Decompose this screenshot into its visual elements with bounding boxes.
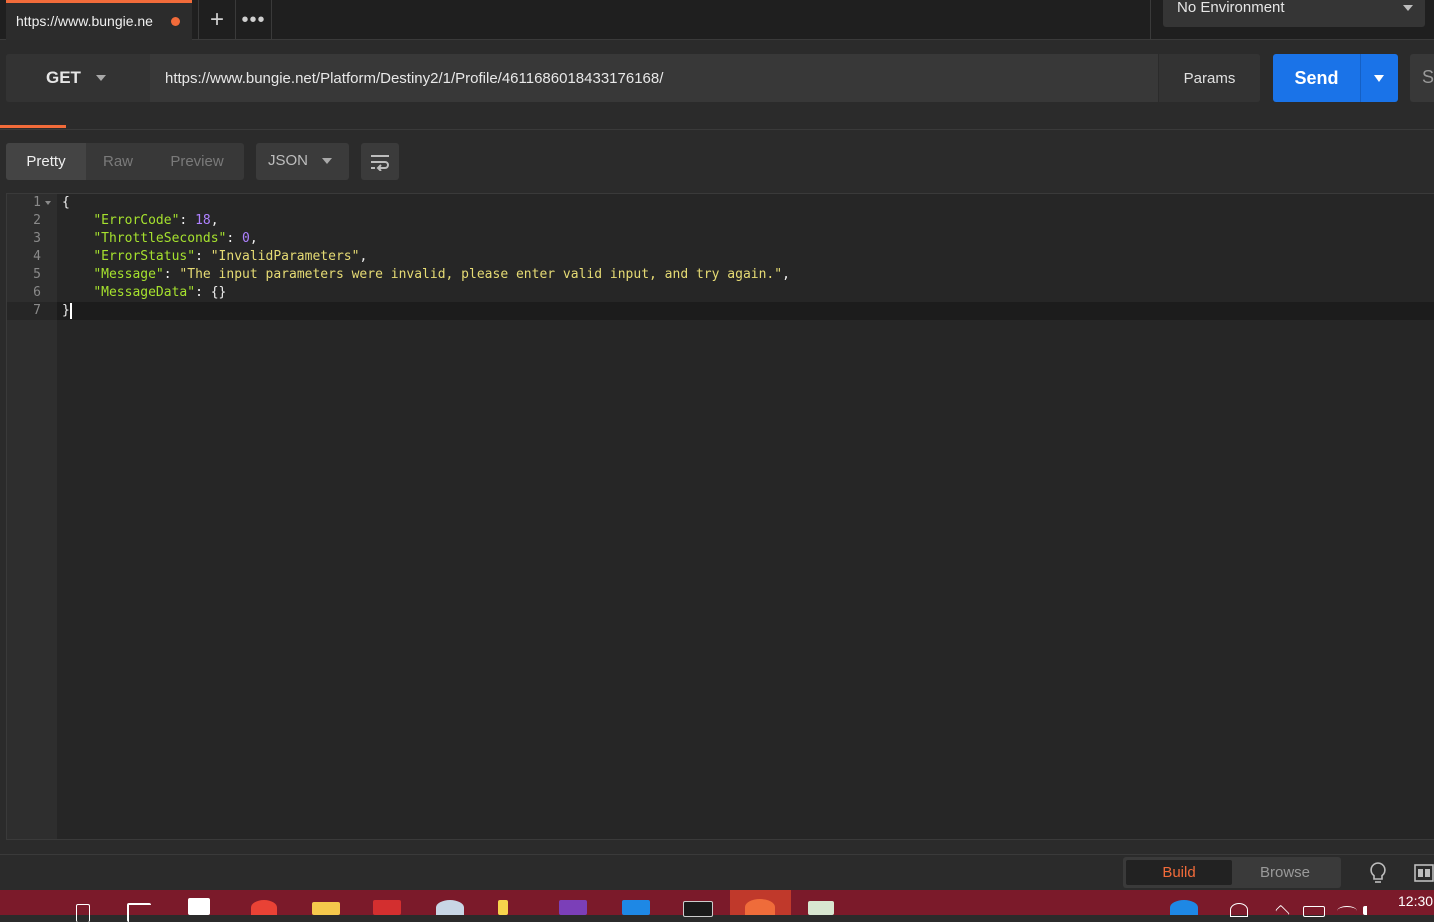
filezilla-icon[interactable] <box>373 900 401 915</box>
notepad-icon[interactable] <box>808 901 834 915</box>
response-tab-active-indicator <box>0 125 66 128</box>
save-button[interactable]: Sa <box>1410 54 1434 102</box>
json-value: 18 <box>195 213 211 228</box>
chevron-down-icon <box>322 158 332 164</box>
method-select[interactable]: GET <box>6 54 150 102</box>
line-number: 7 <box>33 303 41 318</box>
active-line-highlight <box>57 302 1434 320</box>
line-number: 5 <box>33 267 41 282</box>
more-tabs-button[interactable]: ••• <box>236 0 272 40</box>
help-icon[interactable] <box>1170 900 1198 915</box>
json-key: "ThrottleSeconds" <box>93 231 227 246</box>
json-key: "Message" <box>93 267 164 282</box>
text-cursor <box>70 303 72 319</box>
code-line: "MessageData": {} <box>93 285 227 300</box>
url-input[interactable] <box>150 54 1158 102</box>
line-number: 3 <box>33 231 41 246</box>
method-label: GET <box>46 68 81 87</box>
line-number: 2 <box>33 213 41 228</box>
steam-icon[interactable] <box>436 900 464 915</box>
chevron-down-icon <box>1403 5 1413 11</box>
line-number: 6 <box>33 285 41 300</box>
json-value: {} <box>210 285 227 300</box>
params-button[interactable]: Params <box>1158 54 1260 102</box>
line-number: 1 <box>33 195 41 210</box>
unsaved-dot-icon <box>171 17 180 26</box>
volume-icon[interactable] <box>1363 906 1381 915</box>
json-key: "ErrorCode" <box>93 213 180 228</box>
code-line: "Message": "The input parameters were in… <box>93 267 790 282</box>
code-line: } <box>62 302 70 320</box>
search-icon[interactable] <box>76 904 90 922</box>
clock[interactable]: 12:30 <box>1398 893 1433 909</box>
build-mode-button[interactable]: Build <box>1126 860 1232 885</box>
json-value: 0 <box>242 231 250 246</box>
send-options-button[interactable] <box>1360 54 1398 102</box>
task-view-icon[interactable] <box>127 903 151 922</box>
view-preview-button[interactable]: Preview <box>150 143 244 180</box>
sticky-notes-icon[interactable] <box>498 900 508 915</box>
divider <box>1150 0 1151 40</box>
request-tab-label: https://www.bungie.ne <box>16 13 153 29</box>
json-value: "The input parameters were invalid, plea… <box>179 267 783 282</box>
environment-label: No Environment <box>1177 0 1285 16</box>
view-raw-button[interactable]: Raw <box>86 143 150 180</box>
json-value: "InvalidParameters" <box>210 249 360 264</box>
json-brace: { <box>62 195 70 210</box>
os-taskbar <box>0 890 1434 915</box>
battery-icon[interactable] <box>1303 906 1325 917</box>
code-line: "ThrottleSeconds": 0, <box>93 231 258 246</box>
view-pretty-button[interactable]: Pretty <box>6 143 86 180</box>
code-line: "ErrorCode": 18, <box>93 213 219 228</box>
wrap-lines-button[interactable] <box>361 143 399 180</box>
format-select[interactable]: JSON <box>256 143 349 180</box>
chrome-icon[interactable] <box>251 900 277 915</box>
code-line: "ErrorStatus": "InvalidParameters", <box>93 249 368 264</box>
json-brace: } <box>62 303 70 318</box>
response-tabs <box>0 108 1434 130</box>
store-icon[interactable] <box>188 898 210 915</box>
chevron-down-icon <box>1374 75 1384 82</box>
wrap-lines-icon <box>371 154 389 171</box>
format-label: JSON <box>268 152 309 169</box>
file-explorer-icon[interactable] <box>312 902 340 915</box>
vscode-icon[interactable] <box>622 900 650 915</box>
request-tab[interactable]: https://www.bungie.ne <box>6 0 192 40</box>
code-line: { <box>62 194 70 212</box>
lightbulb-icon[interactable] <box>1366 860 1390 886</box>
postman-icon[interactable] <box>745 899 775 915</box>
visual-studio-icon[interactable] <box>559 900 587 915</box>
fold-arrow-icon[interactable] <box>45 201 51 205</box>
line-number: 4 <box>33 249 41 264</box>
browse-mode-button[interactable]: Browse <box>1232 860 1338 885</box>
two-pane-layout-icon[interactable] <box>1414 862 1434 884</box>
json-key: "ErrorStatus" <box>93 249 196 264</box>
environment-select[interactable]: No Environment <box>1163 0 1425 27</box>
json-key: "MessageData" <box>93 285 196 300</box>
new-tab-button[interactable]: + <box>198 0 236 40</box>
chevron-down-icon <box>96 75 106 81</box>
send-button[interactable]: Send <box>1273 54 1360 102</box>
save-button-label: Sa <box>1422 67 1434 87</box>
